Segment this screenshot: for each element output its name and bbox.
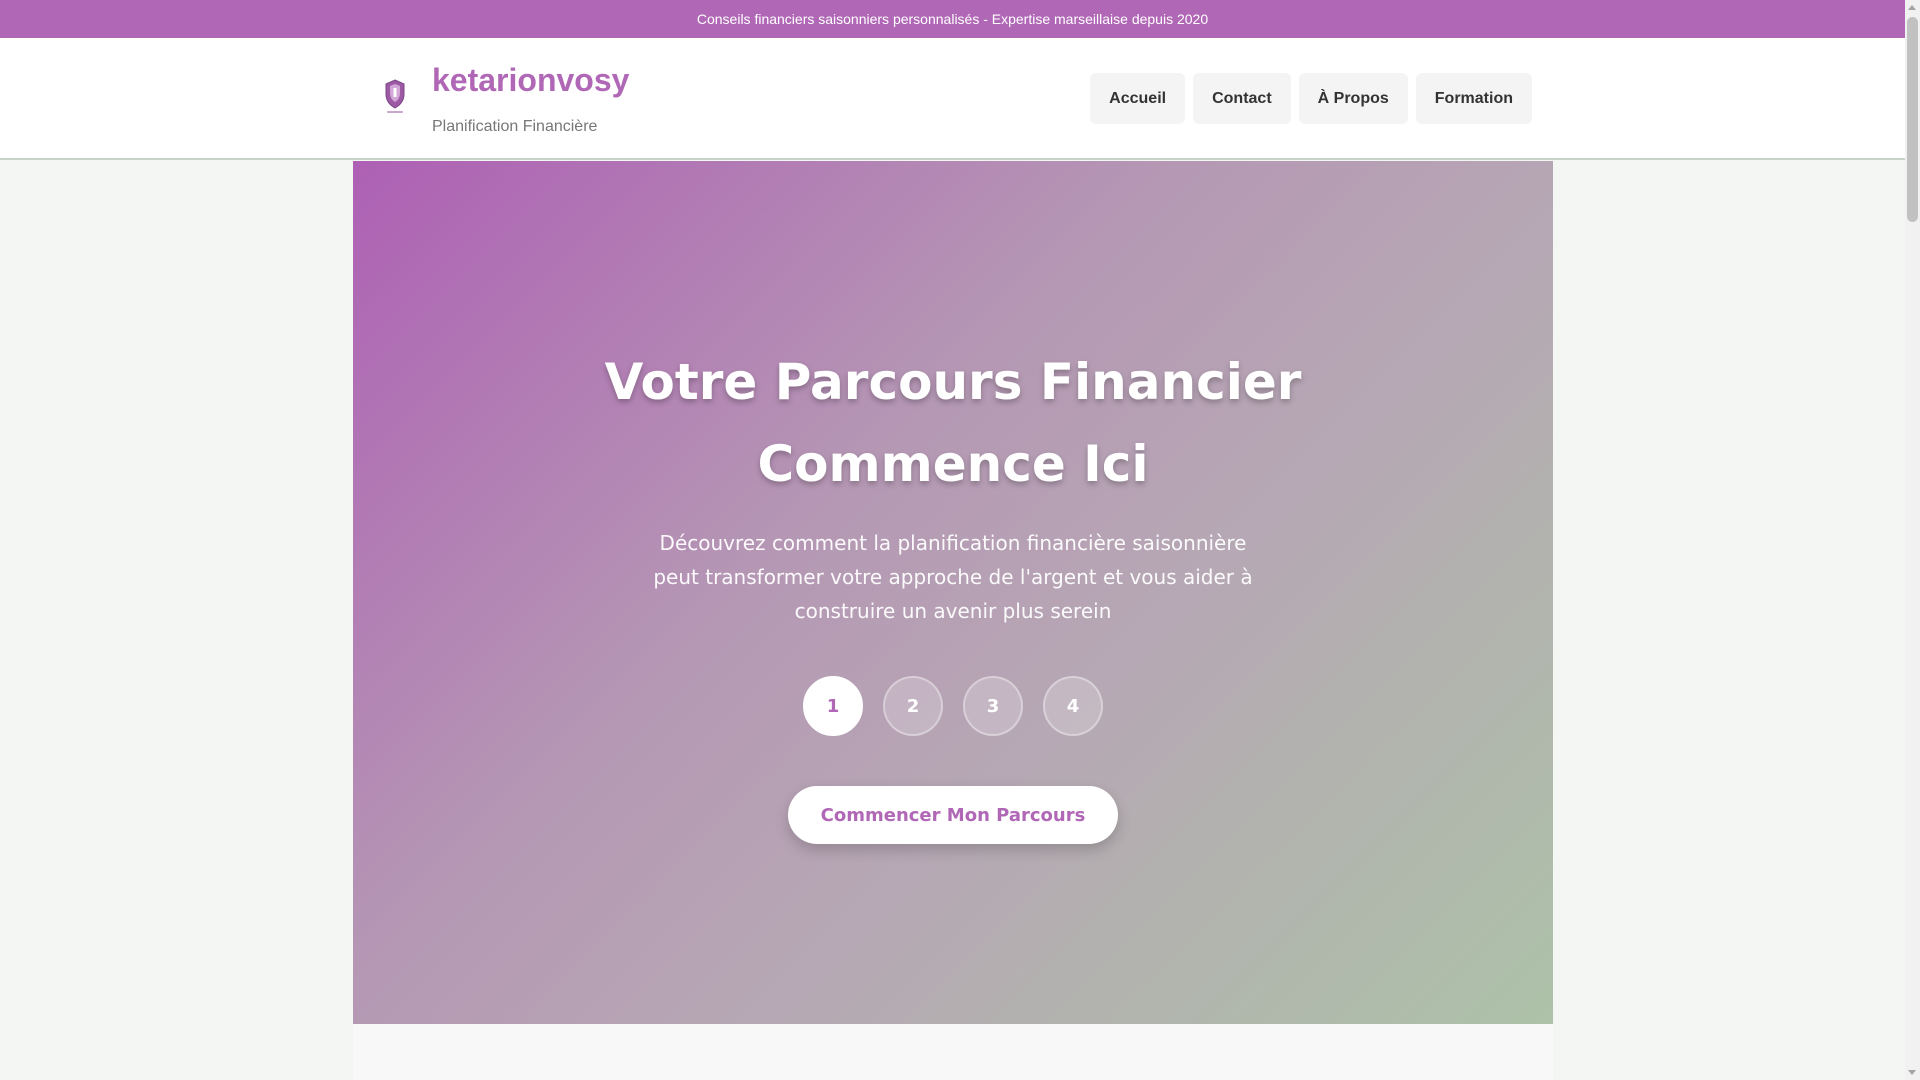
start-journey-button[interactable]: Commencer Mon Parcours [788,786,1118,844]
brand-name[interactable]: ketarionvosy [432,62,629,99]
main-navigation: Accueil Contact À Propos Formation [1090,73,1532,124]
hero-title: Votre Parcours Financier Commence Ici [353,341,1553,505]
announcement-text: Conseils financiers saisonniers personna… [696,11,1209,27]
nav-accueil-button[interactable]: Accueil [1090,73,1186,124]
brand-tagline: Planification Financière [432,118,598,135]
scroll-down-icon[interactable] [1908,1070,1916,1075]
shield-logo-icon[interactable] [383,78,407,118]
hero-title-line-1: Votre Parcours Financier [604,353,1302,411]
step-3-button[interactable]: 3 [963,676,1023,736]
step-4-button[interactable]: 4 [1043,676,1103,736]
step-2-button[interactable]: 2 [883,676,943,736]
nav-a-propos-button[interactable]: À Propos [1298,73,1408,124]
hero-title-line-2: Commence Ici [757,435,1149,493]
next-section [353,1024,1553,1080]
hero-description: Découvrez comment la planification finan… [653,531,1253,623]
nav-formation-button[interactable]: Formation [1415,73,1532,124]
site-header: ketarionvosy Planification Financière Ac… [0,38,1905,160]
nav-contact-button[interactable]: Contact [1193,73,1291,124]
step-indicator: 1 2 3 4 [353,676,1553,736]
scroll-up-icon[interactable] [1908,5,1916,10]
announcement-bar: Conseils financiers saisonniers personna… [0,0,1905,38]
vertical-scrollbar[interactable] [1905,0,1920,1080]
hero-section: Votre Parcours Financier Commence Ici Dé… [353,161,1553,1024]
scrollbar-thumb[interactable] [1907,17,1918,222]
step-1-button[interactable]: 1 [803,676,863,736]
